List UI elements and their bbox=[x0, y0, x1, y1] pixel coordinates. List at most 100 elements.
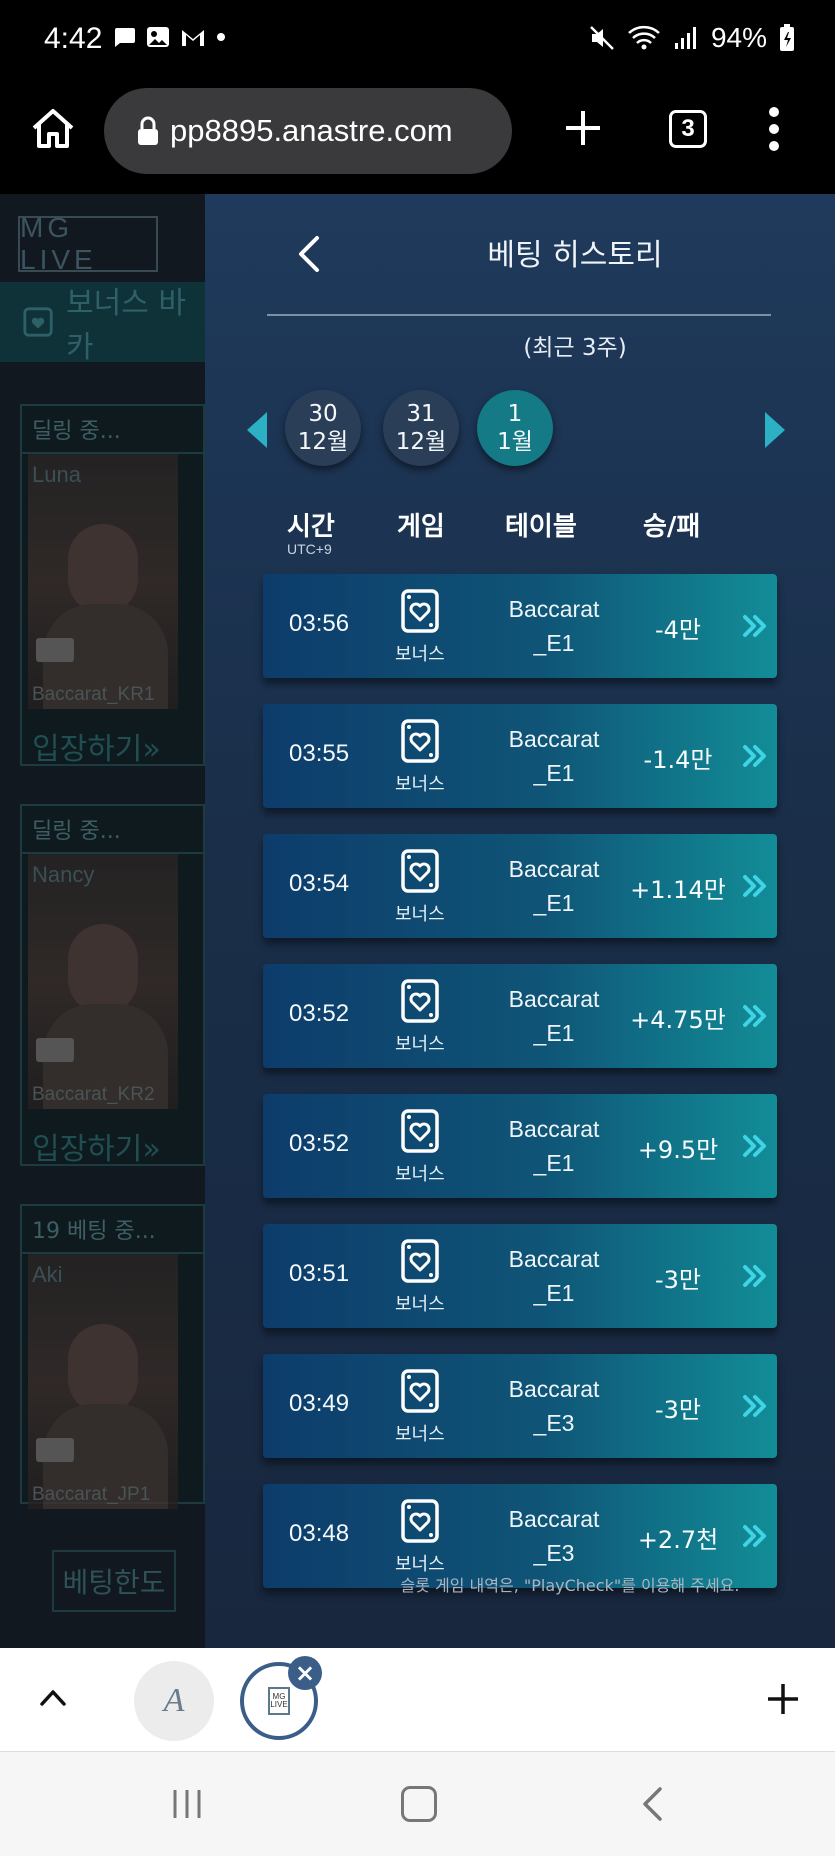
address-bar[interactable]: pp8895.anastre.com bbox=[104, 88, 512, 174]
dot-icon bbox=[217, 33, 225, 41]
date-chip-30[interactable]: 30 12월 bbox=[285, 390, 361, 466]
tab-favicon-1[interactable]: A bbox=[134, 1661, 214, 1741]
row-table-name: Baccarat bbox=[508, 856, 600, 882]
row-result: -3만 bbox=[654, 1266, 701, 1294]
card-heart-icon bbox=[401, 979, 439, 1023]
row-table: Baccarat _E1 bbox=[489, 982, 619, 1050]
card-status-text: 딜링 중... bbox=[32, 419, 121, 444]
column-header-game: 게임 bbox=[397, 512, 445, 542]
card-heart-icon bbox=[401, 1109, 439, 1153]
row-table-id: _E1 bbox=[533, 1150, 575, 1176]
gmail-icon bbox=[182, 30, 204, 46]
double-chevron-right-icon[interactable] bbox=[741, 744, 769, 768]
flag-icon bbox=[36, 638, 74, 662]
status-bar: 4:42 94% bbox=[0, 0, 835, 84]
add-tab-icon[interactable] bbox=[766, 1682, 800, 1716]
row-table-name: Baccarat bbox=[508, 1506, 600, 1532]
card-heart-icon bbox=[23, 307, 53, 337]
row-time: 03:52 bbox=[289, 1000, 350, 1027]
double-chevron-right-icon[interactable] bbox=[741, 1524, 769, 1548]
row-time: 03:51 bbox=[289, 1260, 350, 1287]
row-table-name: Baccarat bbox=[508, 1246, 600, 1272]
card-status: 딜링 중... bbox=[22, 406, 203, 454]
flag-icon bbox=[36, 1438, 74, 1462]
double-chevron-right-icon[interactable] bbox=[741, 1134, 769, 1158]
row-table: Baccarat _E1 bbox=[489, 852, 619, 920]
dealer-name: Luna bbox=[32, 462, 81, 487]
row-table-id: _E1 bbox=[533, 760, 575, 786]
history-row[interactable]: 03:54 보너스 Baccarat _E1 +1.14만 bbox=[263, 834, 777, 938]
tab-switcher-button[interactable]: 3 bbox=[669, 110, 707, 148]
row-time: 03:56 bbox=[289, 610, 350, 637]
lobby-background: MG LIVE 보너스 바카 딜링 중... Luna Baccarat_KR1… bbox=[0, 194, 205, 1648]
card-status-text: 딜링 중... bbox=[32, 819, 121, 844]
more-menu-icon[interactable] bbox=[767, 104, 781, 154]
date-prev-arrow-icon[interactable] bbox=[247, 412, 267, 448]
history-row[interactable]: 03:49 보너스 Baccarat _E3 -3만 bbox=[263, 1354, 777, 1458]
row-table-name: Baccarat bbox=[508, 986, 600, 1012]
lobby-category-label: 보너스 바카 bbox=[66, 286, 186, 365]
recents-icon[interactable] bbox=[170, 1788, 204, 1820]
lobby-table-card: 딜링 중... Nancy Baccarat_KR2 입장하기» bbox=[20, 804, 205, 1167]
history-row[interactable]: 03:52 보너스 Baccarat _E1 +4.75만 bbox=[263, 964, 777, 1068]
dealer-name: Nancy bbox=[32, 862, 95, 887]
status-time: 4:42 bbox=[44, 22, 103, 55]
tab-bar: A MG LIVE × bbox=[0, 1648, 835, 1752]
date-day: 1 bbox=[507, 401, 523, 427]
row-result: -4만 bbox=[654, 616, 701, 644]
row-table-id: _E1 bbox=[533, 1020, 575, 1046]
battery-percent: 94% bbox=[710, 22, 767, 53]
row-table-name: Baccarat bbox=[508, 596, 600, 622]
row-table: Baccarat _E3 bbox=[489, 1372, 619, 1440]
history-row[interactable]: 03:52 보너스 Baccarat _E1 +9.5만 bbox=[263, 1094, 777, 1198]
flag-icon bbox=[36, 1038, 74, 1062]
back-nav-icon[interactable] bbox=[640, 1786, 664, 1822]
row-table-name: Baccarat bbox=[508, 1376, 600, 1402]
lobby-category: 보너스 바카 bbox=[0, 282, 205, 365]
double-chevron-right-icon[interactable] bbox=[741, 1394, 769, 1418]
column-header-time: 시간 bbox=[287, 512, 335, 542]
row-game-label: 보너스 bbox=[395, 1164, 445, 1185]
card-table-name: Baccarat_JP1 bbox=[32, 1484, 151, 1505]
double-chevron-right-icon[interactable] bbox=[741, 1264, 769, 1288]
row-table: Baccarat _E1 bbox=[489, 722, 619, 790]
double-chevron-right-icon[interactable] bbox=[741, 614, 769, 638]
card-heart-icon bbox=[401, 589, 439, 633]
row-result: -1.4만 bbox=[643, 746, 713, 774]
close-tab-icon[interactable]: × bbox=[288, 1656, 322, 1690]
dealer-name: Aki bbox=[32, 1262, 63, 1287]
row-game-label: 보너스 bbox=[395, 1294, 445, 1315]
dealer-photo bbox=[28, 1254, 178, 1509]
date-chip-31[interactable]: 31 12월 bbox=[383, 390, 459, 466]
history-row[interactable]: 03:56 보너스 Baccarat _E1 -4만 bbox=[263, 574, 777, 678]
history-row[interactable]: 03:55 보너스 Baccarat _E1 -1.4만 bbox=[263, 704, 777, 808]
row-table-id: _E3 bbox=[533, 1540, 575, 1566]
row-table: Baccarat _E1 bbox=[489, 1112, 619, 1180]
new-tab-icon[interactable] bbox=[563, 108, 603, 148]
date-chip-1[interactable]: 1 1월 bbox=[477, 390, 553, 466]
lobby-table-card: 딜링 중... Luna Baccarat_KR1 입장하기» bbox=[20, 404, 205, 767]
history-row[interactable]: 03:51 보너스 Baccarat _E1 -3만 bbox=[263, 1224, 777, 1328]
row-time: 03:54 bbox=[289, 870, 350, 897]
betting-history-panel: 베팅 히스토리 (최근 3주) 30 12월 31 12월 1 1월 시간 UT… bbox=[205, 194, 835, 1648]
gallery-icon bbox=[147, 27, 169, 47]
signal-icon bbox=[674, 27, 696, 49]
notification-icons bbox=[112, 26, 226, 48]
double-chevron-right-icon[interactable] bbox=[741, 1004, 769, 1028]
web-page: MG LIVE 보너스 바카 딜링 중... Luna Baccarat_KR1… bbox=[0, 194, 835, 1648]
date-month: 12월 bbox=[395, 429, 447, 455]
row-table-id: _E1 bbox=[533, 890, 575, 916]
card-status: 딜링 중... bbox=[22, 806, 203, 854]
home-nav-icon[interactable] bbox=[401, 1786, 437, 1822]
browser-toolbar: pp8895.anastre.com 3 bbox=[0, 84, 835, 194]
enter-button: 입장하기» bbox=[32, 1132, 161, 1167]
column-header-result: 승/패 bbox=[643, 512, 701, 542]
home-icon[interactable] bbox=[30, 106, 76, 152]
row-table-id: _E1 bbox=[533, 1280, 575, 1306]
row-time: 03:52 bbox=[289, 1130, 350, 1157]
url-text: pp8895.anastre.com bbox=[170, 113, 453, 148]
chevron-up-icon[interactable] bbox=[38, 1686, 68, 1708]
double-chevron-right-icon[interactable] bbox=[741, 874, 769, 898]
dealer-photo bbox=[28, 454, 178, 709]
date-next-arrow-icon[interactable] bbox=[765, 412, 785, 448]
